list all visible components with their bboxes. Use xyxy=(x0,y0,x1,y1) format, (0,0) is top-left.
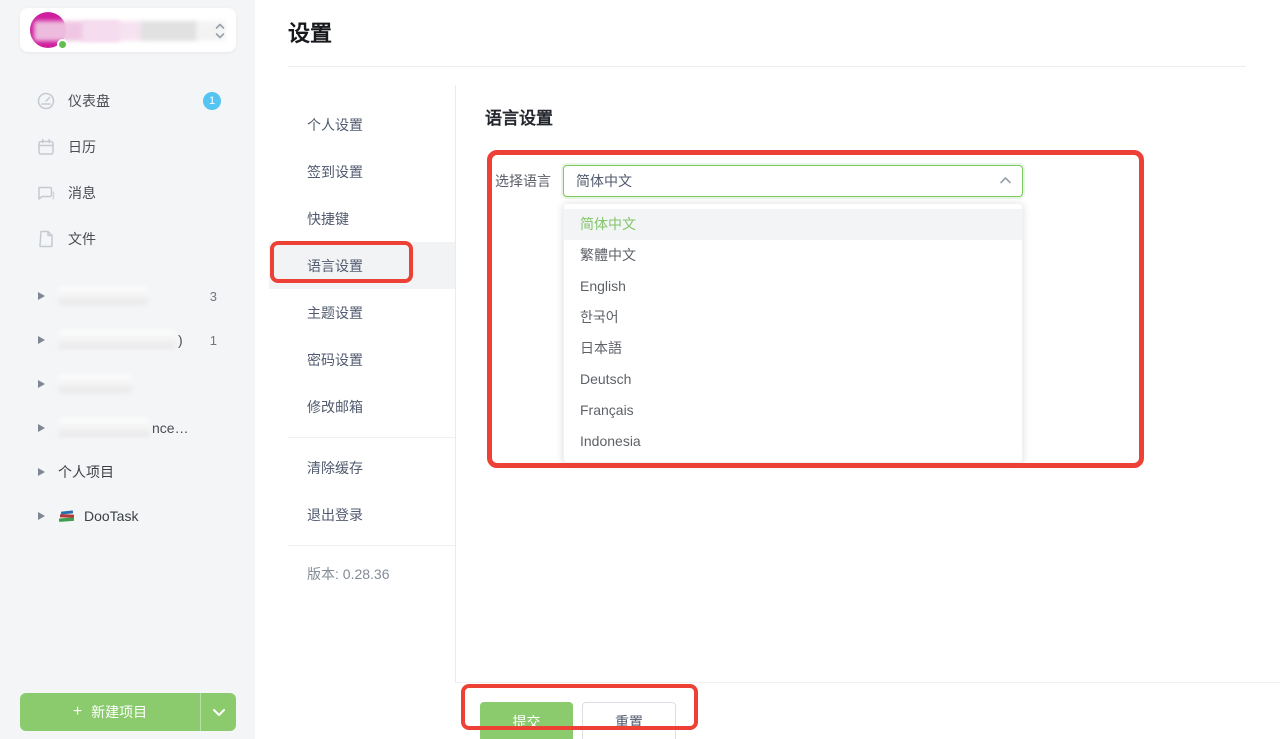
option-french[interactable]: Français xyxy=(564,395,1022,426)
menu-item-logout[interactable]: 退出登录 xyxy=(255,491,455,538)
project-name-fragment: nce… xyxy=(152,420,189,436)
language-dropdown: 简体中文 繁體中文 English 한국어 日本語 Deutsch França… xyxy=(563,203,1023,463)
file-icon xyxy=(36,229,56,249)
redacted-project-name xyxy=(58,419,150,437)
language-select-value: 简体中文 xyxy=(564,166,1022,196)
divider xyxy=(455,682,1280,683)
project-row-redacted[interactable]: nce… xyxy=(0,406,255,450)
option-indonesian[interactable]: Indonesia xyxy=(564,426,1022,457)
menu-item-password-settings[interactable]: 密码设置 xyxy=(255,336,455,383)
sidebar-item-messages[interactable]: 消息 xyxy=(0,170,255,216)
project-row-personal[interactable]: 个人项目 xyxy=(0,450,255,494)
select-language-label: 选择语言 xyxy=(495,165,551,197)
divider xyxy=(288,66,1246,67)
unread-count-badge: 1 xyxy=(203,92,221,110)
settings-menu: 个人设置 签到设置 快捷键 语言设置 主题设置 密码设置 修改邮箱 清除缓存 退… xyxy=(255,101,455,594)
redacted-username xyxy=(140,21,198,41)
reset-button[interactable]: 重置 xyxy=(582,702,676,739)
calendar-icon xyxy=(36,137,56,157)
project-row-redacted[interactable]: 3 xyxy=(0,274,255,318)
project-name: 个人项目 xyxy=(58,462,114,482)
app-window: 仪表盘 1 日历 消息 xyxy=(0,0,1280,739)
redacted-project-name xyxy=(58,375,132,393)
project-list: 3 ) 1 nce… 个人项目 xyxy=(0,274,255,538)
online-status-dot xyxy=(57,39,68,50)
sidebar-item-label: 仪表盘 xyxy=(68,91,110,111)
new-project-dropdown-toggle[interactable] xyxy=(201,693,236,731)
user-profile-card[interactable] xyxy=(20,8,236,52)
redacted-username xyxy=(82,21,142,41)
project-count: 1 xyxy=(210,333,217,348)
collapse-caret-icon[interactable] xyxy=(38,468,45,476)
project-row-redacted[interactable]: ) 1 xyxy=(0,318,255,362)
option-english[interactable]: English xyxy=(564,271,1022,302)
new-project-label: 新建项目 xyxy=(91,702,147,722)
option-simplified-chinese[interactable]: 简体中文 xyxy=(564,209,1022,240)
page-title: 设置 xyxy=(288,16,332,48)
option-traditional-chinese[interactable]: 繁體中文 xyxy=(564,240,1022,271)
sidebar-item-label: 消息 xyxy=(68,183,96,203)
project-name-fragment: ) xyxy=(178,332,183,348)
option-korean[interactable]: 한국어 xyxy=(564,302,1022,333)
divider xyxy=(288,437,455,438)
redacted-project-name xyxy=(58,287,148,305)
option-german[interactable]: Deutsch xyxy=(564,364,1022,395)
version-text: 版本: 0.28.36 xyxy=(255,554,455,594)
project-row-dootask[interactable]: DooTask xyxy=(0,494,255,538)
sidebar-item-calendar[interactable]: 日历 xyxy=(0,124,255,170)
sidebar-item-label: 文件 xyxy=(68,229,96,249)
menu-item-theme-settings[interactable]: 主题设置 xyxy=(255,289,455,336)
option-japanese[interactable]: 日本語 xyxy=(564,333,1022,364)
collapse-caret-icon[interactable] xyxy=(38,380,45,388)
new-project-main[interactable]: + 新建项目 xyxy=(20,693,200,731)
message-icon xyxy=(36,183,56,203)
redacted-project-name xyxy=(58,331,176,349)
plus-icon: + xyxy=(73,704,82,720)
sidebar-nav: 仪表盘 1 日历 消息 xyxy=(0,78,255,262)
collapse-caret-icon[interactable] xyxy=(38,424,45,432)
new-project-button[interactable]: + 新建项目 xyxy=(20,693,236,731)
sidebar-item-label: 日历 xyxy=(68,137,96,157)
books-icon xyxy=(58,508,76,524)
menu-item-checkin-settings[interactable]: 签到设置 xyxy=(255,148,455,195)
divider xyxy=(288,545,455,546)
expand-chevrons-icon xyxy=(214,22,226,40)
collapse-caret-icon[interactable] xyxy=(38,512,45,520)
project-count: 3 xyxy=(210,289,217,304)
menu-item-language-settings[interactable]: 语言设置 xyxy=(269,242,455,289)
submit-button[interactable]: 提交 xyxy=(480,702,573,739)
sidebar: 仪表盘 1 日历 消息 xyxy=(0,0,255,739)
collapse-caret-icon[interactable] xyxy=(38,336,45,344)
menu-item-personal-settings[interactable]: 个人设置 xyxy=(255,101,455,148)
divider xyxy=(455,85,456,682)
language-select[interactable]: 简体中文 xyxy=(563,165,1023,197)
section-title: 语言设置 xyxy=(485,104,553,129)
collapse-caret-icon[interactable] xyxy=(38,292,45,300)
menu-item-change-email[interactable]: 修改邮箱 xyxy=(255,383,455,430)
menu-item-shortcuts[interactable]: 快捷键 xyxy=(255,195,455,242)
menu-item-clear-cache[interactable]: 清除缓存 xyxy=(255,444,455,491)
main-panel: 设置 个人设置 签到设置 快捷键 语言设置 主题设置 密码设置 修改邮箱 清除缓… xyxy=(255,0,1280,739)
chevron-down-icon xyxy=(212,708,226,717)
dashboard-icon xyxy=(36,91,56,111)
chevron-up-icon xyxy=(999,176,1012,185)
project-row-redacted[interactable] xyxy=(0,362,255,406)
sidebar-item-dashboard[interactable]: 仪表盘 1 xyxy=(0,78,255,124)
sidebar-item-files[interactable]: 文件 xyxy=(0,216,255,262)
project-name: DooTask xyxy=(84,508,138,524)
